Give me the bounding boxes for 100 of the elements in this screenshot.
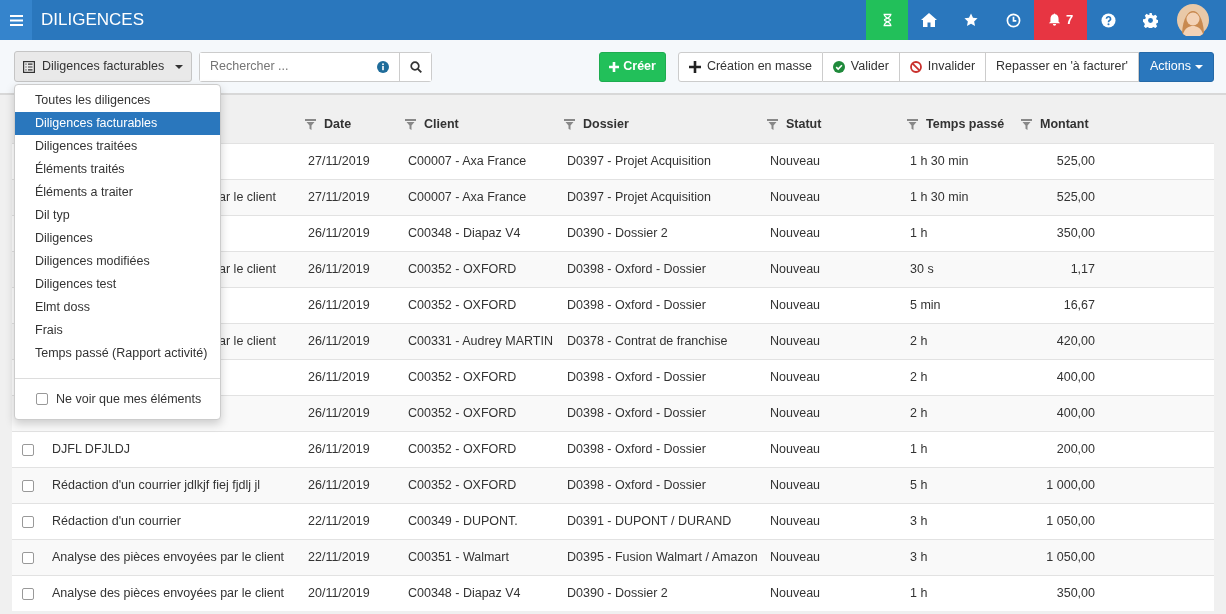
- table-cell-text: 26/11/2019: [307, 405, 371, 423]
- row-checkbox[interactable]: [22, 443, 34, 456]
- notifications-button[interactable]: 7: [1034, 0, 1087, 40]
- table-cell-text: D0390 - Dossier 2: [566, 225, 669, 243]
- menu-item[interactable]: Diligences test: [15, 273, 220, 296]
- table-cell-text: 1 h: [909, 225, 929, 243]
- row-checkbox[interactable]: [22, 479, 34, 492]
- search-field[interactable]: Rechercher ...: [199, 51, 432, 82]
- table-cell-text: Nouveau: [769, 477, 822, 495]
- bell-icon: [1047, 13, 1061, 27]
- table-cell-text: 420,00: [1055, 333, 1096, 351]
- table-cell-text: 2 h: [909, 369, 929, 387]
- column-header[interactable]: Temps passé: [926, 114, 1005, 134]
- table-cell-text: 5 h: [909, 477, 929, 495]
- table-cell-text: C00007 - Axa France: [407, 189, 528, 207]
- plus-icon: [688, 60, 701, 73]
- table-cell-text: D0395 - Fusion Walmart / Amazon: [566, 549, 759, 567]
- table-cell-text: 2 h: [909, 405, 929, 423]
- table-cell-text: 5 min: [909, 297, 942, 315]
- table-cell-text: Nouveau: [769, 369, 822, 387]
- table-cell-text: Nouveau: [769, 585, 822, 603]
- table-cell-text: Analyse des pièces envoyées par le client: [52, 585, 285, 603]
- table-cell-text: 2 h: [909, 333, 929, 351]
- table-cell-text: C00352 - OXFORD: [407, 441, 518, 459]
- menu-item[interactable]: Éléments a traiter: [15, 181, 220, 204]
- table-cell-text: C00348 - Diapaz V4: [407, 225, 522, 243]
- table-cell-text: 20/11/2019: [307, 585, 371, 603]
- table-cell-text: 27/11/2019: [307, 153, 371, 171]
- action-button[interactable]: Repasser en 'à facturer': [986, 51, 1139, 82]
- table-cell-text: C00349 - DUPONT.: [407, 513, 519, 531]
- menu-item[interactable]: Frais: [15, 319, 220, 342]
- table-cell-text: Nouveau: [769, 189, 822, 207]
- menu-item[interactable]: Toutes les diligences: [15, 89, 220, 112]
- actions-menu-button[interactable]: Actions: [1139, 51, 1214, 82]
- table-cell-text: D0397 - Projet Acquisition: [566, 153, 712, 171]
- menu-item[interactable]: Diligences modifiées: [15, 250, 220, 273]
- row-checkbox[interactable]: [22, 515, 34, 528]
- menu-item[interactable]: Éléments traités: [15, 158, 220, 181]
- help-icon: [1100, 12, 1116, 28]
- table-cell-text: Nouveau: [769, 261, 822, 279]
- table-cell-text: D0390 - Dossier 2: [566, 585, 669, 603]
- table-cell-text: 26/11/2019: [307, 333, 371, 351]
- menu-item[interactable]: Temps passé (Rapport activité): [15, 342, 220, 365]
- table-cell-text: 26/11/2019: [307, 369, 371, 387]
- search-button[interactable]: [399, 52, 431, 81]
- table-cell-text: 400,00: [1055, 369, 1096, 387]
- table-cell-text: C00007 - Axa France: [407, 153, 528, 171]
- filter-icon: [1021, 118, 1032, 130]
- table-cell-text: 1 050,00: [1045, 513, 1096, 531]
- column-header[interactable]: Client: [424, 114, 459, 134]
- menu-item[interactable]: Diligences facturables: [15, 112, 220, 135]
- action-button[interactable]: Création en masse: [677, 51, 823, 82]
- menu-button[interactable]: [0, 0, 32, 40]
- table-cell-text: C00352 - OXFORD: [407, 369, 518, 387]
- table-cell-text: 26/11/2019: [307, 297, 371, 315]
- row-checkbox[interactable]: [22, 551, 34, 564]
- notification-count: 7: [1065, 11, 1074, 30]
- menu-item[interactable]: Diligences traitées: [15, 135, 220, 158]
- table-cell-text: Nouveau: [769, 405, 822, 423]
- table-cell-text: 26/11/2019: [307, 261, 371, 279]
- menu-icon: [9, 14, 23, 26]
- table-cell-text: 22/11/2019: [307, 549, 371, 567]
- checkbox[interactable]: [36, 393, 48, 405]
- table-cell-text: 26/11/2019: [307, 477, 371, 495]
- search-icon: [409, 60, 422, 73]
- action-button[interactable]: Invalider: [899, 51, 987, 82]
- menu-item[interactable]: Dil typ: [15, 204, 220, 227]
- caret-icon: [1195, 64, 1203, 69]
- ban-icon: [909, 60, 922, 73]
- table-cell-text: C00351 - Walmart: [407, 549, 510, 567]
- column-header[interactable]: Dossier: [583, 114, 629, 134]
- menu-item[interactable]: Elmt doss: [15, 296, 220, 319]
- table-cell-text: 1 h: [909, 585, 929, 603]
- table-cell-text: 1 h 30 min: [909, 153, 970, 171]
- table-cell-text: 1 000,00: [1045, 477, 1096, 495]
- table-cell-text: 525,00: [1055, 153, 1096, 171]
- table-cell-text: 1 h 30 min: [909, 189, 970, 207]
- table-cell-text: 350,00: [1055, 225, 1096, 243]
- menu-item[interactable]: Diligences: [15, 227, 220, 250]
- table-cell-text: D0398 - Oxford - Dossier: [566, 369, 707, 387]
- check-circle-icon: [832, 60, 845, 73]
- checkbox-label[interactable]: Ne voir que mes éléments: [56, 389, 202, 409]
- column-header[interactable]: Montant: [1040, 114, 1089, 134]
- star-icon: [964, 13, 978, 27]
- table-cell-text: 1 h: [909, 441, 929, 459]
- table-cell-text: 200,00: [1055, 441, 1096, 459]
- timer-button[interactable]: [866, 0, 908, 40]
- view-select[interactable]: Diligences facturables: [14, 51, 192, 82]
- table-cell-text: DJFL DFJLDJ: [52, 441, 130, 459]
- action-button[interactable]: Valider: [822, 51, 900, 82]
- table-cell-text: 3 h: [909, 549, 929, 567]
- table-cell-text: Nouveau: [769, 333, 822, 351]
- table-cell-text: Nouveau: [769, 549, 822, 567]
- column-header[interactable]: Statut: [786, 114, 822, 134]
- table-cell-text: 26/11/2019: [307, 441, 371, 459]
- user-avatar[interactable]: [1177, 4, 1209, 36]
- column-header[interactable]: Date: [324, 114, 352, 134]
- list-icon: [23, 60, 35, 73]
- filter-icon: [767, 118, 778, 130]
- row-checkbox[interactable]: [22, 587, 34, 600]
